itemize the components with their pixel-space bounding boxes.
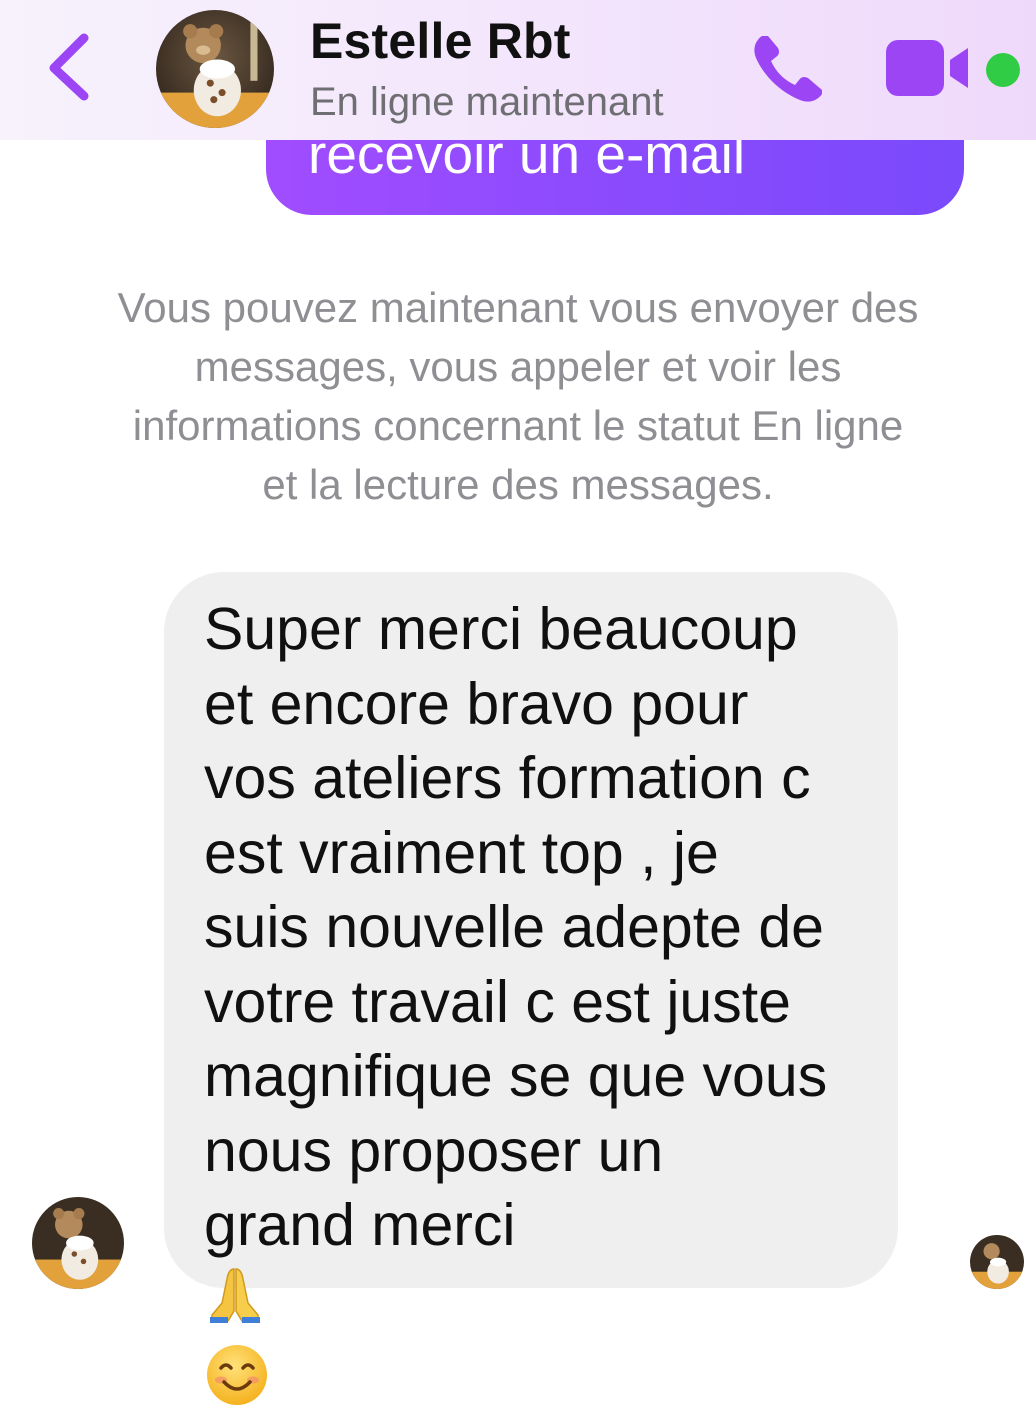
message-line: Super merci beaucoup (204, 596, 798, 662)
video-call-button[interactable] (884, 38, 974, 98)
message-line: vos ateliers formation c (204, 745, 811, 811)
smiling-face-emoji (204, 1342, 827, 1426)
online-indicator (986, 53, 1020, 87)
avatar-photo (156, 10, 274, 128)
contact-avatar[interactable] (156, 10, 274, 128)
notice-line: messages, vous appeler et voir les (194, 343, 842, 390)
audio-call-button[interactable] (748, 30, 828, 106)
contact-status: En ligne maintenant (310, 80, 664, 124)
back-button[interactable] (40, 30, 100, 102)
received-message-text: Super merci beaucoup et encore bravo pou… (204, 592, 827, 1426)
chevron-left-icon (49, 33, 89, 101)
sender-avatar[interactable] (32, 1197, 124, 1289)
message-line: nous proposer un (204, 1117, 664, 1184)
received-message-bubble[interactable]: Super merci beaucoup et encore bravo pou… (164, 572, 898, 1405)
message-line: votre travail c est juste (204, 968, 791, 1035)
message-line: suis nouvelle adepte de (204, 894, 824, 960)
message-line: est vraiment top , je (204, 819, 719, 886)
avatar-photo (970, 1235, 1024, 1289)
message-line-last: grand merci (204, 1188, 827, 1426)
phone-icon (754, 36, 822, 102)
message-line: magnifique se que vous (204, 1043, 828, 1109)
video-camera-icon (886, 40, 968, 96)
notice-line: Vous pouvez maintenant vous envoyer des (117, 284, 919, 331)
avatar-photo (32, 1197, 124, 1289)
notice-line: et la lecture des messages. (262, 461, 774, 508)
message-last-text: grand merci (204, 1192, 532, 1258)
contact-name[interactable]: Estelle Rbt (310, 12, 571, 70)
notice-line: informations concernant le statut En lig… (132, 402, 904, 449)
connection-notice: Vous pouvez maintenant vous envoyer des … (40, 278, 996, 514)
chat-header: Estelle Rbt En ligne maintenant (0, 0, 1036, 140)
read-receipt-avatar (970, 1235, 1024, 1289)
folded-hands-emoji (204, 1263, 827, 1343)
message-line: et encore bravo pour (204, 670, 749, 737)
